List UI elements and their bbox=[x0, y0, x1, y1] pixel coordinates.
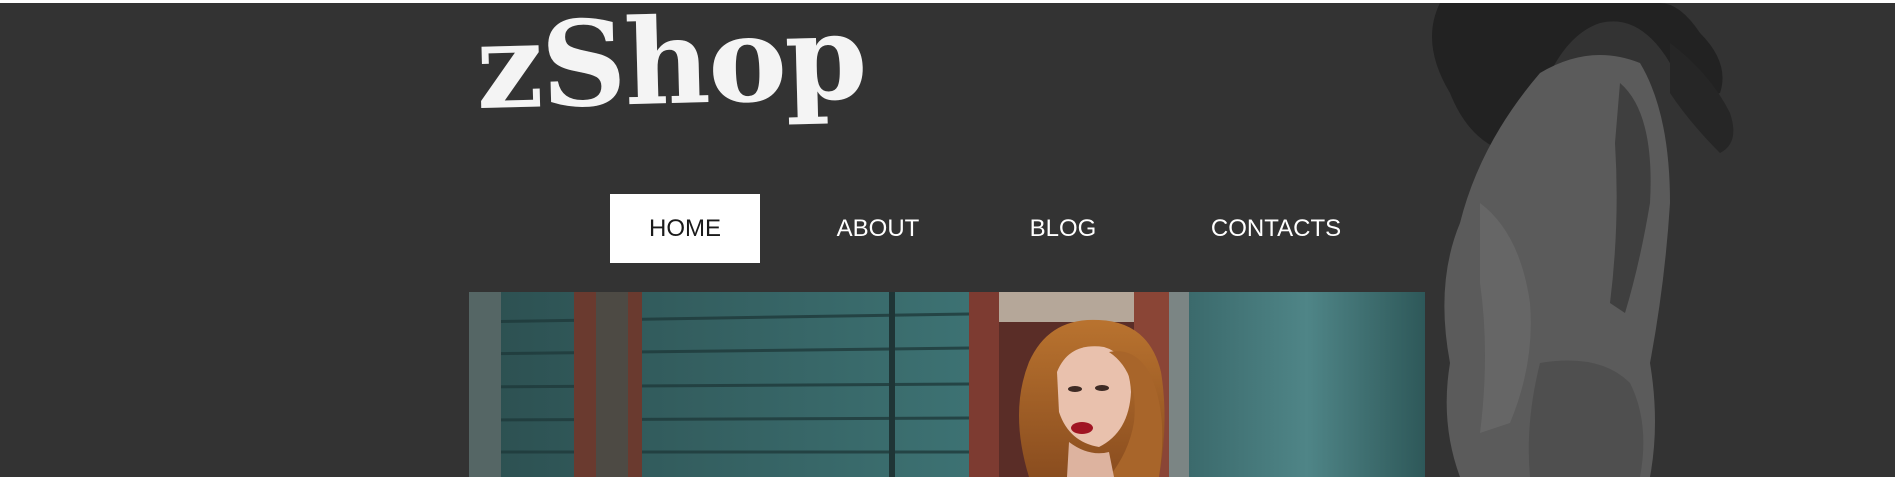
page: zShop HOME ABOUT BLOG CONTACTS bbox=[0, 3, 1895, 477]
site-logo[interactable]: zShop bbox=[474, 3, 867, 136]
nav-item-about[interactable]: ABOUT bbox=[760, 194, 996, 263]
nav-item-contacts[interactable]: CONTACTS bbox=[1130, 194, 1422, 263]
nav-item-blog[interactable]: BLOG bbox=[996, 194, 1130, 263]
main-nav: HOME ABOUT BLOG CONTACTS bbox=[610, 194, 1422, 263]
hero-image bbox=[469, 292, 1425, 477]
nav-item-home[interactable]: HOME bbox=[610, 194, 760, 263]
decorative-woman-image bbox=[1432, 3, 1734, 477]
